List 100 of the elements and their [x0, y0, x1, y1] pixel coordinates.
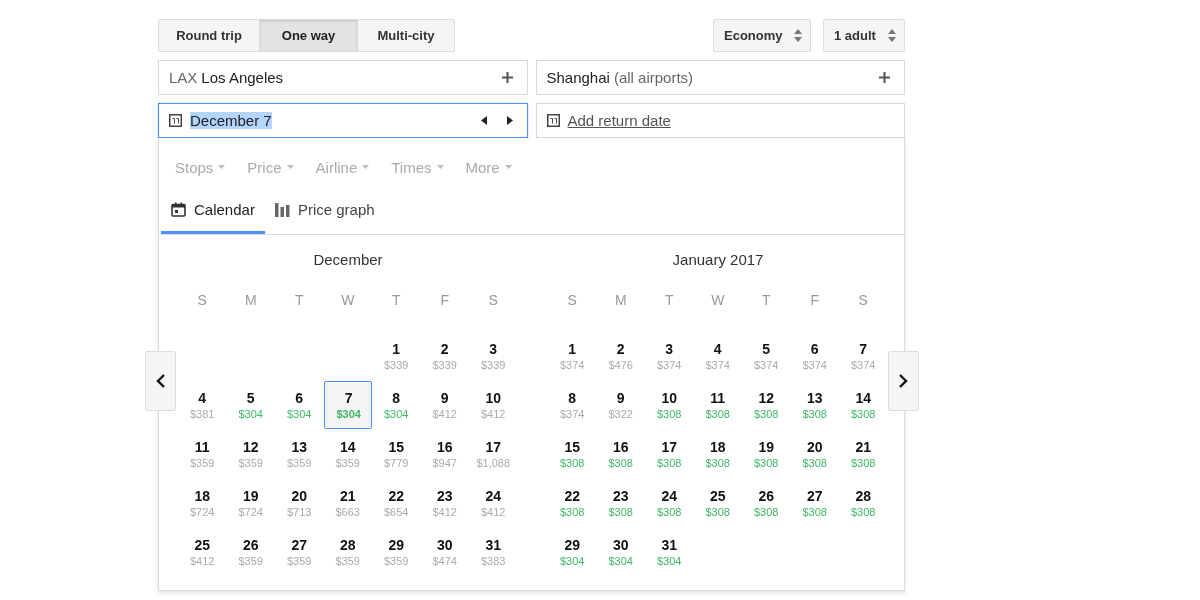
calendar-day[interactable]: 23 $412 [420, 479, 469, 527]
trip-type-button[interactable]: One way [259, 19, 358, 52]
calendar-day[interactable]: 26 $359 [226, 528, 275, 576]
caret-down-icon [286, 165, 294, 169]
destination-field[interactable]: Shanghai (all airports) [535, 60, 905, 95]
calendar-day[interactable]: 31 $304 [645, 528, 694, 576]
calendar-day[interactable]: 9 $322 [596, 381, 645, 429]
plus-icon[interactable] [501, 72, 513, 83]
calendar-day[interactable]: 22 $308 [548, 479, 597, 527]
calendar-day[interactable]: 8 $374 [548, 381, 597, 429]
departure-date: December 7 [190, 112, 272, 129]
calendar-day[interactable]: 7 $374 [839, 332, 888, 380]
airport-code: LAX [169, 69, 198, 86]
calendar-day[interactable]: 24 $412 [469, 479, 518, 527]
calendar-day[interactable]: 25 $308 [693, 479, 742, 527]
calendar-day[interactable]: 19 $724 [226, 479, 275, 527]
calendar-day[interactable]: 21 $663 [323, 479, 372, 527]
calendar-day[interactable]: 23 $308 [596, 479, 645, 527]
calendar-day[interactable]: 17 $308 [645, 430, 694, 478]
calendar-day[interactable]: 24 $308 [645, 479, 694, 527]
passengers-select[interactable]: 1 adult [823, 19, 905, 52]
weekday-label: W [710, 292, 726, 310]
trip-type-button[interactable]: Multi-city [357, 19, 455, 52]
chevron-right-icon [899, 374, 908, 388]
calendar-day[interactable]: 30 $304 [596, 528, 645, 576]
calendar-day[interactable]: 18 $724 [178, 479, 227, 527]
caret-down-icon [362, 165, 370, 169]
calendar-day[interactable]: 25 $412 [178, 528, 227, 576]
calendar-day[interactable]: 10 $308 [645, 381, 694, 429]
plus-icon[interactable] [879, 72, 890, 83]
calendar-day[interactable]: 2 $339 [420, 332, 469, 380]
calendar-day[interactable]: 3 $339 [469, 332, 518, 380]
calendar-day[interactable]: 13 $308 [790, 381, 839, 429]
calendar-day[interactable]: 20 $713 [275, 479, 324, 527]
weekday-label: W [340, 292, 356, 310]
calendar-day[interactable]: 15 $779 [372, 430, 421, 478]
calendar-day[interactable]: 20 $308 [790, 430, 839, 478]
calendar-day[interactable]: 5 $374 [742, 332, 791, 380]
return-date-field[interactable]: Add return date [535, 103, 905, 138]
calendar-day[interactable]: 16 $947 [420, 430, 469, 478]
airports-note: (all airports) [613, 69, 694, 86]
calendar-day[interactable]: 30 $474 [420, 528, 469, 576]
calendar-day[interactable]: 29 $359 [372, 528, 421, 576]
weekday-label: T [663, 292, 675, 310]
calendar-day[interactable]: 16 $308 [596, 430, 645, 478]
weekday-label: T [760, 292, 772, 310]
month-title: December [312, 251, 384, 270]
calendar-day[interactable]: 27 $308 [790, 479, 839, 527]
calendar-day[interactable]: 28 $359 [323, 528, 372, 576]
calendar-day[interactable]: 4 $381 [178, 381, 227, 429]
calendar-day[interactable]: 26 $308 [742, 479, 791, 527]
next-month-button[interactable] [888, 351, 919, 411]
previous-date-icon[interactable] [480, 116, 487, 125]
weekday-label: T [293, 292, 305, 310]
calendar-day[interactable]: 6 $304 [275, 381, 324, 429]
calendar-day[interactable]: 11 $308 [693, 381, 742, 429]
calendar-day[interactable]: 2 $476 [596, 332, 645, 380]
calendar-day[interactable]: 1 $339 [372, 332, 421, 380]
calendar-day[interactable]: 8 $304 [372, 381, 421, 429]
departure-date-field[interactable]: December 7 [158, 103, 528, 138]
calendar-day[interactable]: 6 $374 [790, 332, 839, 380]
calendar-day[interactable]: 21 $308 [839, 430, 888, 478]
calendar-day[interactable]: 13 $359 [275, 430, 324, 478]
weekday-label: S [196, 292, 208, 310]
cabin-select[interactable]: Economy [713, 19, 811, 52]
calendar-day[interactable]: 14 $308 [839, 381, 888, 429]
calendar-day[interactable]: 5 $304 [226, 381, 275, 429]
weekday-label: S [487, 292, 499, 310]
origin-field[interactable]: LAX Los Angeles [158, 60, 528, 95]
view-tab[interactable]: Calendar [161, 188, 265, 234]
calendar-day[interactable]: 15 $308 [548, 430, 597, 478]
calendar-day[interactable]: 7 $304 [323, 381, 372, 429]
calendar-day[interactable]: 11 $359 [178, 430, 227, 478]
calendar-day[interactable]: 27 $359 [275, 528, 324, 576]
caret-down-icon [218, 165, 226, 169]
calendar-day[interactable]: 12 $359 [226, 430, 275, 478]
calendar-day[interactable]: 9 $412 [420, 381, 469, 429]
view-tab[interactable]: Price graph [264, 188, 385, 234]
calendar-day[interactable]: 17 $1,088 [469, 430, 518, 478]
calendar-day[interactable]: 31 $383 [469, 528, 518, 576]
add-return-date-link[interactable]: Add return date [567, 112, 671, 129]
calendar-day[interactable]: 22 $654 [372, 479, 421, 527]
calendar-day[interactable]: 18 $308 [693, 430, 742, 478]
calendar-icon [171, 202, 186, 217]
calendar-day[interactable]: 12 $308 [742, 381, 791, 429]
calendar-day[interactable]: 19 $308 [742, 430, 791, 478]
calendar-day[interactable]: 4 $374 [693, 332, 742, 380]
calendar-icon [546, 114, 560, 127]
weekday-label: M [613, 292, 628, 310]
trip-type-button[interactable]: Round trip [158, 19, 260, 52]
calendar-day[interactable]: 10 $412 [469, 381, 518, 429]
next-date-icon[interactable] [506, 116, 513, 125]
calendar-day[interactable]: 29 $304 [548, 528, 597, 576]
caret-down-icon [436, 165, 444, 169]
weekday-label: S [857, 292, 869, 310]
chevron-left-icon [156, 374, 165, 388]
calendar-day[interactable]: 14 $359 [323, 430, 372, 478]
calendar-day[interactable]: 1 $374 [548, 332, 597, 380]
calendar-day[interactable]: 3 $374 [645, 332, 694, 380]
calendar-day[interactable]: 28 $308 [839, 479, 888, 527]
